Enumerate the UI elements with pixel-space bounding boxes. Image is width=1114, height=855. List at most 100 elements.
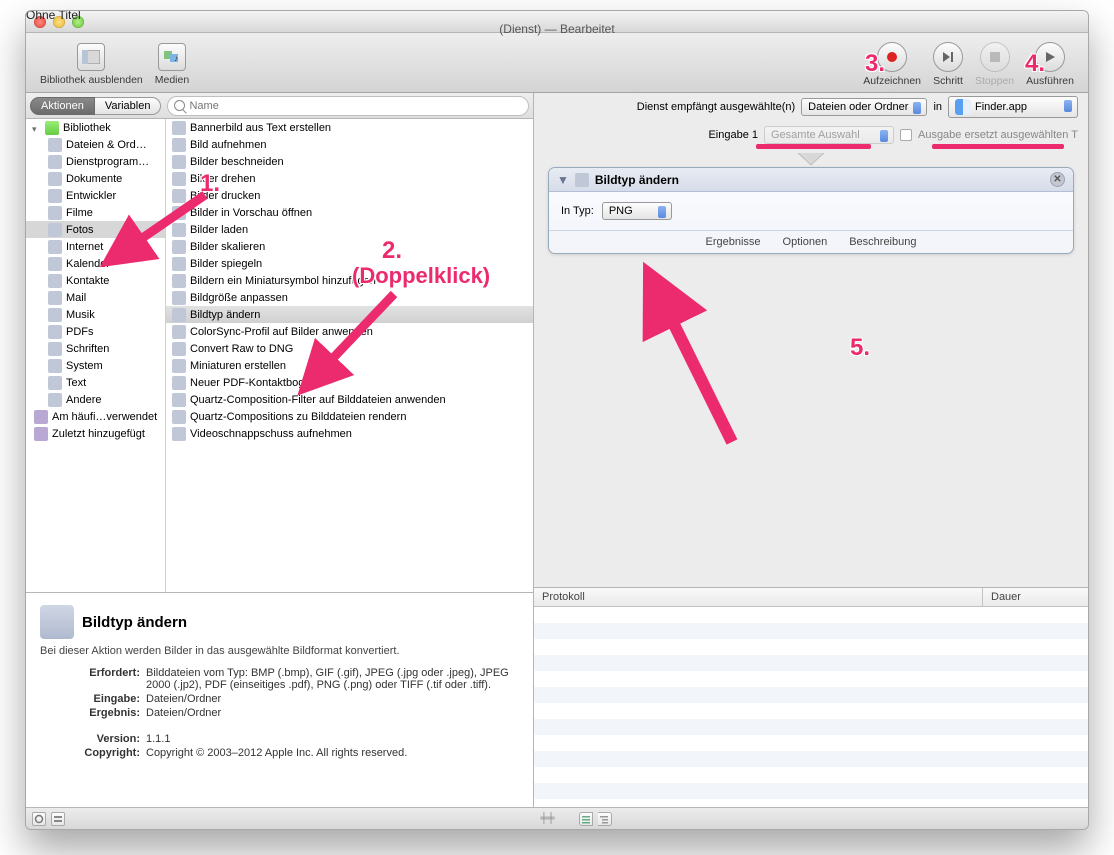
action-icon (172, 155, 186, 169)
category-icon (48, 359, 62, 373)
category-icon (48, 189, 62, 203)
action-item[interactable]: ColorSync-Profil auf Bilder anwenden (166, 323, 533, 340)
tab-actions[interactable]: Aktionen (30, 97, 95, 115)
actions-column[interactable]: Bannerbild aus Text erstellenBild aufneh… (166, 119, 533, 592)
category-item[interactable]: Filme (26, 204, 165, 221)
step-button[interactable]: Schritt (927, 42, 969, 87)
category-icon (48, 308, 62, 322)
info-result: Ergebnis: Dateien/Ordner (40, 707, 519, 719)
run-button[interactable]: Ausführen (1020, 42, 1080, 87)
tab-variables[interactable]: Variablen (95, 97, 162, 115)
action-item[interactable]: Miniaturen erstellen (166, 357, 533, 374)
category-item[interactable]: Mail (26, 289, 165, 306)
media-button[interactable]: ♪ Medien (149, 43, 195, 86)
intype-dropdown[interactable]: PNG (602, 202, 672, 220)
action-item[interactable]: Bildtyp ändern (166, 306, 533, 323)
library-root[interactable]: Bibliothek (26, 119, 165, 136)
finder-icon (955, 99, 971, 115)
category-item[interactable]: Text (26, 374, 165, 391)
category-item[interactable]: Fotos (26, 221, 165, 238)
view-outline-button[interactable] (598, 812, 612, 826)
info-input: Eingabe: Dateien/Ordner (40, 693, 519, 705)
view-list-button[interactable] (579, 812, 593, 826)
service-receives-dropdown[interactable]: Dateien oder Ordner (801, 98, 927, 116)
category-item[interactable]: Musik (26, 306, 165, 323)
action-item[interactable]: Bildern ein Miniatursymbol hinzufügen (166, 272, 533, 289)
service-receives-label: Dienst empfängt ausgewählte(n) (544, 101, 795, 113)
disclosure-triangle-icon[interactable]: ▼ (557, 173, 569, 187)
category-icon (48, 206, 62, 220)
action-item[interactable]: Bilder skalieren (166, 238, 533, 255)
category-item[interactable]: Kontakte (26, 272, 165, 289)
action-icon (172, 274, 186, 288)
category-item[interactable]: Dokumente (26, 170, 165, 187)
category-item[interactable]: Kalender (26, 255, 165, 272)
search-icon (174, 100, 185, 111)
action-item[interactable]: Bilder beschneiden (166, 153, 533, 170)
action-item[interactable]: Neuer PDF-Kontaktbogen (166, 374, 533, 391)
action-icon (172, 308, 186, 322)
search-input[interactable] (189, 100, 522, 112)
category-column[interactable]: Bibliothek Dateien & Ord…Dienstprogram…D… (26, 119, 166, 592)
category-item[interactable]: Entwickler (26, 187, 165, 204)
hide-library-button[interactable]: Bibliothek ausblenden (34, 43, 149, 86)
log-col-duration[interactable]: Dauer (983, 588, 1088, 606)
service-app-dropdown[interactable]: Finder.app (948, 96, 1078, 118)
action-item[interactable]: Quartz-Compositions zu Bilddateien rende… (166, 408, 533, 425)
footer-results-button[interactable]: Ergebnisse (706, 236, 761, 248)
action-icon (172, 393, 186, 407)
action-item[interactable]: Bilder drehen (166, 170, 533, 187)
action-item[interactable]: Bildgröße anpassen (166, 289, 533, 306)
action-icon (172, 325, 186, 339)
disclosure-triangle-icon[interactable] (32, 123, 41, 132)
action-item[interactable]: Bild aufnehmen (166, 136, 533, 153)
smart-folder-item[interactable]: Zuletzt hinzugefügt (26, 425, 165, 442)
action-icon (172, 121, 186, 135)
folder-icon (34, 410, 48, 424)
stop-button[interactable]: Stoppen (969, 42, 1020, 87)
title-paren: (Dienst) (499, 22, 541, 36)
smart-folder-item[interactable]: Am häufi…verwendet (26, 408, 165, 425)
action-icon (172, 376, 186, 390)
category-item[interactable]: Schriften (26, 340, 165, 357)
replace-checkbox[interactable] (900, 129, 912, 141)
folder-icon (34, 427, 48, 441)
action-card-bildtyp[interactable]: ▼ Bildtyp ändern ✕ In Typ: PNG (548, 167, 1074, 254)
action-icon (172, 138, 186, 152)
action-item[interactable]: Bilder drucken (166, 187, 533, 204)
category-item[interactable]: Dienstprogram… (26, 153, 165, 170)
action-remove-button[interactable]: ✕ (1050, 172, 1065, 187)
action-item[interactable]: Quartz-Composition-Filter auf Bilddateie… (166, 391, 533, 408)
category-item[interactable]: Dateien & Ord… (26, 136, 165, 153)
log-col-protocol[interactable]: Protokoll (534, 588, 983, 606)
status-bar: ╪╪ (26, 807, 1088, 829)
library-pane: Aktionen Variablen Bibliothek Dateien & … (26, 93, 534, 807)
category-item[interactable]: System (26, 357, 165, 374)
action-icon (172, 257, 186, 271)
workflow-view-button[interactable] (51, 812, 65, 826)
action-item[interactable]: Bilder laden (166, 221, 533, 238)
category-icon (48, 240, 62, 254)
service-input-label: Eingabe 1 (544, 129, 758, 141)
category-item[interactable]: Andere (26, 391, 165, 408)
category-item[interactable]: PDFs (26, 323, 165, 340)
search-field[interactable] (167, 96, 529, 116)
action-icon (172, 223, 186, 237)
action-item[interactable]: Convert Raw to DNG (166, 340, 533, 357)
action-item[interactable]: Videoschnappschuss aufnehmen (166, 425, 533, 442)
workflow-pane: Dienst empfängt ausgewählte(n) Dateien o… (534, 93, 1088, 807)
action-icon (172, 240, 186, 254)
footer-options-button[interactable]: Optionen (783, 236, 828, 248)
record-button[interactable]: Aufzeichnen (857, 42, 927, 87)
footer-description-button[interactable]: Beschreibung (849, 236, 916, 248)
action-item[interactable]: Bilder in Vorschau öffnen (166, 204, 533, 221)
action-card-header[interactable]: ▼ Bildtyp ändern ✕ (549, 168, 1073, 192)
workflow-area[interactable]: ▼ Bildtyp ändern ✕ In Typ: PNG (544, 153, 1078, 581)
toolbar: Bibliothek ausblenden ♪ Medien Aufzeichn… (26, 33, 1088, 93)
category-icon (48, 376, 62, 390)
action-item[interactable]: Bilder spiegeln (166, 255, 533, 272)
action-item[interactable]: Bannerbild aus Text erstellen (166, 119, 533, 136)
action-icon (172, 291, 186, 305)
gear-menu-button[interactable] (32, 812, 46, 826)
category-item[interactable]: Internet (26, 238, 165, 255)
